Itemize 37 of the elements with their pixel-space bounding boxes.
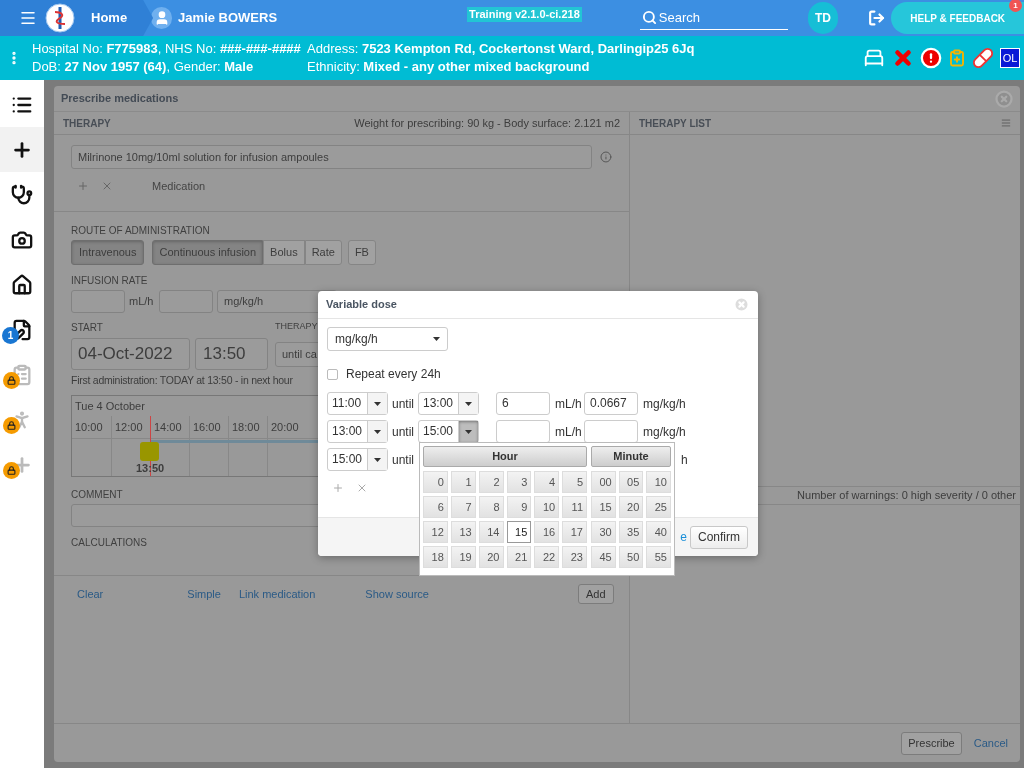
- section-heading: THERAPY LIST: [639, 116, 712, 131]
- patient-detail: Ethnicity: Mixed - any other mixed background: [307, 58, 591, 76]
- medication-label: Medication: [152, 179, 206, 194]
- first-administration-info: First administration: TODAY at 13:50 - in next hour: [71, 373, 293, 388]
- field-label: CALCULATIONS: [71, 535, 147, 550]
- unit-label: h: [681, 451, 688, 469]
- unit-label: mL/h: [555, 395, 583, 413]
- unit-label: mg/kg/h: [643, 395, 686, 413]
- patient-detail: Hospital No: F775983, NHS No: ###-###-####: [32, 40, 302, 58]
- timeline-date: Tue 4 October: [75, 398, 145, 414]
- unit-label: mL/h: [555, 423, 583, 441]
- timeline-hour: 16:00: [193, 419, 221, 435]
- timeline-hour: 18:00: [232, 419, 260, 435]
- timeline-hour: 12:00: [115, 419, 143, 435]
- unit-label: mg/kg/h: [643, 423, 686, 441]
- field-label: COMMENT: [71, 487, 123, 502]
- notification-badge: 1: [1009, 0, 1022, 12]
- until-label: until: [392, 395, 414, 413]
- weight-info: Weight for prescribing: 90 kg - Body surface: 2.121 m2: [354, 115, 620, 131]
- timeline-hour: 10:00: [75, 419, 103, 435]
- unit-label: mL/h: [129, 294, 155, 310]
- warnings-summary: Number of warnings: 0 high severity / 0 other: [797, 488, 1016, 504]
- version-label: Training v2.1.0-ci.218: [467, 6, 582, 22]
- timeline-hour: 14:00: [154, 419, 182, 435]
- count-badge: 1: [2, 327, 19, 344]
- patient-detail: Address: 7523 Kempton Rd, Cockertonst Ward, Darlingip25 6Jq: [307, 40, 696, 58]
- field-label: ROUTE OF ADMINISTRATION: [71, 224, 210, 238]
- section-heading: THERAPY: [63, 116, 111, 131]
- patient-detail: DoB: 27 Nov 1957 (64), Gender: Male: [32, 58, 255, 76]
- field-label: START: [71, 320, 104, 335]
- checkbox-label: Repeat every 24h: [346, 366, 441, 383]
- until-label: until: [392, 451, 414, 469]
- field-label: THERAPY: [275, 320, 318, 334]
- field-label: INFUSION RATE: [71, 274, 148, 288]
- until-label: until: [392, 423, 414, 441]
- timeline-hour: 20:00: [271, 419, 299, 435]
- dialog-title: Prescribe medications: [61, 91, 179, 107]
